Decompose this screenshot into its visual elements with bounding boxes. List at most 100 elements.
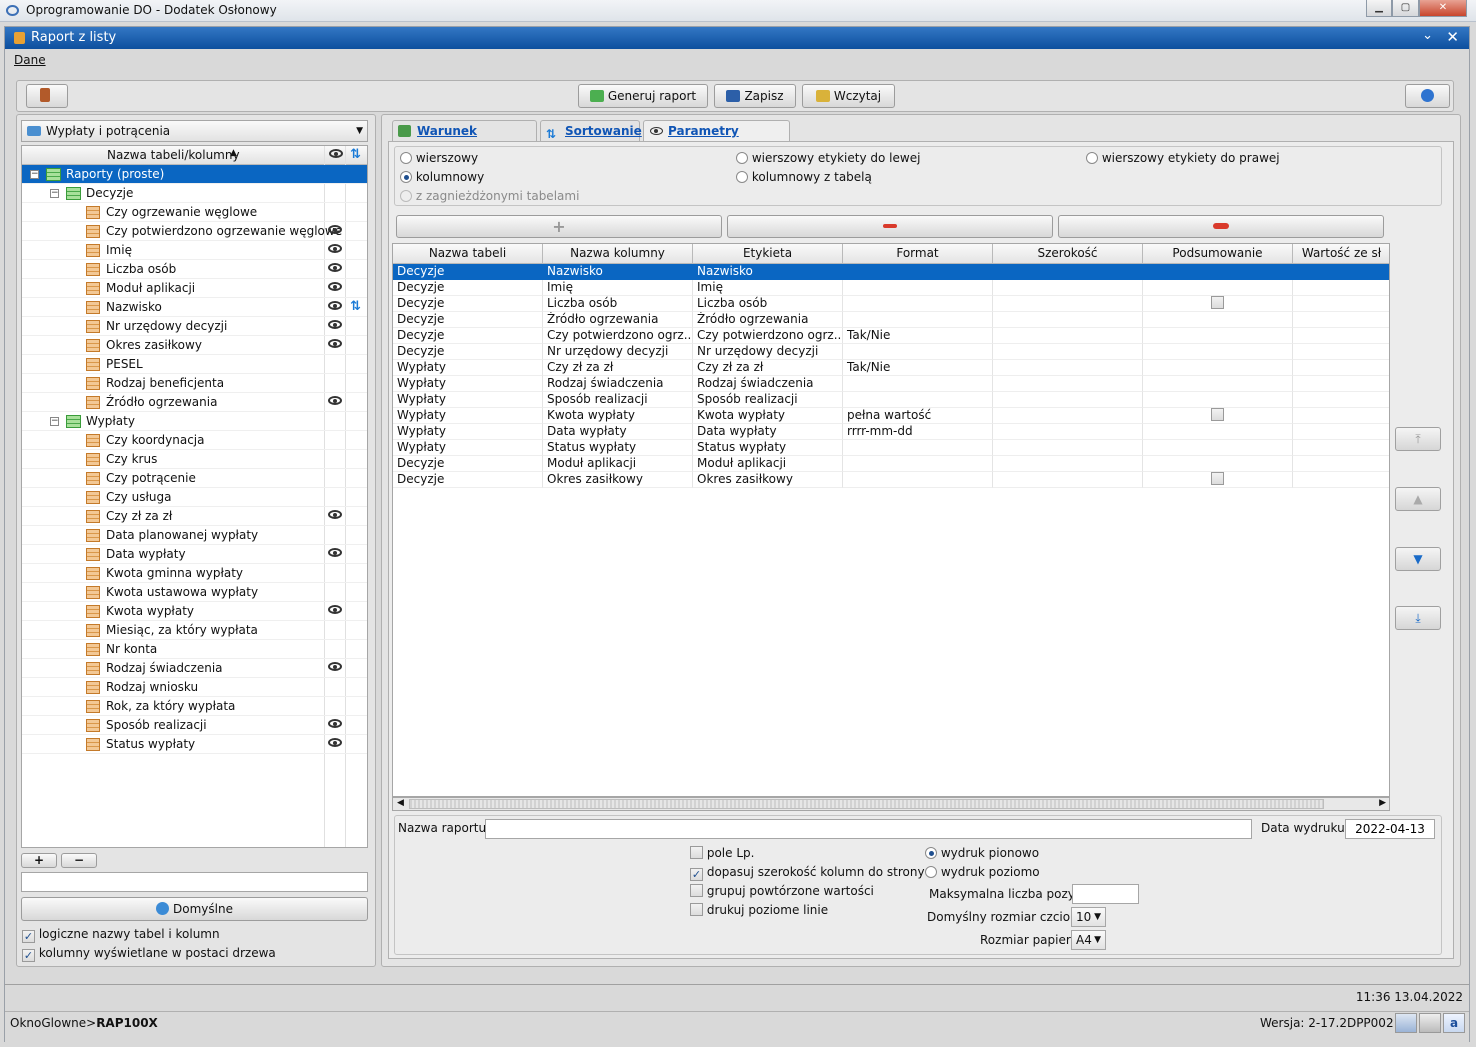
sort-icon[interactable]: ⇅ (350, 300, 364, 314)
grid-cell-label[interactable]: Źródło ogrzewania (693, 312, 843, 328)
grid-cell-dict-value[interactable] (1293, 280, 1389, 296)
grid-cell-column[interactable]: Źródło ogrzewania (543, 312, 693, 328)
collapse-toggle-icon[interactable]: − (50, 189, 59, 198)
tree-root[interactable]: − Raporty (proste) (22, 165, 367, 184)
help-button[interactable] (1405, 84, 1450, 108)
visible-eye-icon[interactable] (328, 244, 342, 253)
grid-cell-format[interactable] (843, 344, 993, 360)
grid-cell-format[interactable] (843, 296, 993, 312)
table-row[interactable]: Wypłaty Data wypłaty Data wypłaty rrrr-mm-d… (393, 424, 1389, 440)
print-date-input[interactable] (1345, 819, 1435, 839)
table-row[interactable]: Decyzje Liczba osób Liczba osób (393, 296, 1389, 312)
grid-cell-table[interactable]: Decyzje (393, 344, 543, 360)
tree-item[interactable]: Czy ogrzewanie węglowe (22, 203, 367, 222)
grid-cell-width[interactable] (993, 280, 1143, 296)
layout-columnar-option[interactable]: kolumnowy (400, 170, 484, 184)
tree-item[interactable]: Liczba osób (22, 260, 367, 279)
move-up-button[interactable]: ▲ (1395, 487, 1441, 511)
tree-item[interactable]: Nr urzędowy decyzji (22, 317, 367, 336)
columns-grid[interactable]: Nazwa tabeli Nazwa kolumny Etykieta Format S… (392, 243, 1390, 797)
grid-cell-dict-value[interactable] (1293, 408, 1389, 424)
grid-cell-dict-value[interactable] (1293, 440, 1389, 456)
portrait-option[interactable]: wydruk pionowo (925, 846, 1039, 860)
grid-cell-column[interactable]: Okres zasiłkowy (543, 472, 693, 488)
tree-item[interactable]: Miesiąc, za który wypłata (22, 621, 367, 640)
tree-item[interactable]: Nazwisko ⇅ (22, 298, 367, 317)
visible-eye-icon[interactable] (328, 396, 342, 405)
visible-eye-icon[interactable] (328, 320, 342, 329)
grid-cell-summary[interactable] (1143, 296, 1293, 312)
scroll-right-icon[interactable]: ▶ (1379, 798, 1386, 808)
landscape-option[interactable]: wydruk poziomo (925, 865, 1040, 879)
visible-eye-icon[interactable] (328, 282, 342, 291)
tree-item[interactable]: PESEL (22, 355, 367, 374)
grid-cell-table[interactable]: Decyzje (393, 472, 543, 488)
grid-cell-width[interactable] (993, 344, 1143, 360)
grid-header-cell[interactable]: Szerokość (993, 244, 1143, 264)
grid-cell-format[interactable] (843, 392, 993, 408)
grid-header-cell[interactable]: Podsumowanie (1143, 244, 1293, 264)
move-down-button[interactable]: ▼ (1395, 547, 1441, 571)
opt-fit[interactable]: dopasuj szerokość kolumn do strony (690, 865, 925, 881)
grid-cell-summary[interactable] (1143, 264, 1293, 280)
landscape-radio[interactable] (925, 866, 937, 878)
grid-cell-summary[interactable] (1143, 424, 1293, 440)
tree-item[interactable]: Czy zł za zł (22, 507, 367, 526)
grid-cell-table[interactable]: Decyzje (393, 328, 543, 344)
layout-row-left-option[interactable]: wierszowy etykiety do lewej (736, 151, 920, 165)
layout-columnar-table-option[interactable]: kolumnowy z tabelą (736, 170, 872, 184)
opt-lines[interactable]: drukuj poziome linie (690, 903, 828, 917)
visible-eye-icon[interactable] (328, 548, 342, 557)
grid-cell-table[interactable]: Wypłaty (393, 360, 543, 376)
collapse-toggle-icon[interactable]: − (30, 170, 39, 179)
grid-cell-label[interactable]: Status wypłaty (693, 440, 843, 456)
tab-condition[interactable]: Warunek zapytania (392, 120, 537, 158)
grid-cell-summary[interactable] (1143, 440, 1293, 456)
grid-cell-label[interactable]: Imię (693, 280, 843, 296)
grid-cell-summary[interactable] (1143, 280, 1293, 296)
grid-cell-label[interactable]: Sposób realizacji (693, 392, 843, 408)
table-row[interactable]: Wypłaty Czy zł za zł Czy zł za zł Tak/Nie (393, 360, 1389, 376)
tree-filter-input[interactable] (21, 872, 368, 892)
grid-cell-summary[interactable] (1143, 376, 1293, 392)
column-tree[interactable]: Nazwa tabeli/kolumny ▲ ⇅ − Raporty (prost… (21, 145, 368, 848)
tree-item[interactable]: Źródło ogrzewania (22, 393, 367, 412)
opt-lp[interactable]: pole Lp. (690, 846, 754, 860)
grid-cell-dict-value[interactable] (1293, 424, 1389, 440)
font-icon[interactable]: a (1443, 1013, 1465, 1033)
grid-cell-summary[interactable] (1143, 344, 1293, 360)
opt-lines-checkbox[interactable] (690, 903, 703, 916)
scroll-left-icon[interactable]: ◀ (397, 798, 404, 808)
dataset-select[interactable]: Wypłaty i potrącenia (21, 120, 368, 142)
tree-item[interactable]: Czy koordynacja (22, 431, 367, 450)
remove-all-button[interactable] (1058, 215, 1384, 238)
grid-cell-table[interactable]: Decyzje (393, 296, 543, 312)
tree-columns-option[interactable]: kolumny wyświetlane w postaci drzewa (22, 946, 276, 962)
grid-cell-dict-value[interactable] (1293, 264, 1389, 280)
grid-cell-label[interactable]: Rodzaj świadczenia (693, 376, 843, 392)
grid-cell-label[interactable]: Data wypłaty (693, 424, 843, 440)
grid-cell-column[interactable]: Czy zł za zł (543, 360, 693, 376)
grid-cell-format[interactable] (843, 280, 993, 296)
grid-cell-table[interactable]: Decyzje (393, 264, 543, 280)
collapse-toggle-icon[interactable]: − (50, 417, 59, 426)
paper-size-select[interactable]: A4 (1071, 930, 1106, 950)
grid-cell-column[interactable]: Liczba osób (543, 296, 693, 312)
collapse-chevron-icon[interactable]: ⌄ (1422, 28, 1433, 43)
grid-cell-label[interactable]: Kwota wypłaty (693, 408, 843, 424)
grid-cell-width[interactable] (993, 312, 1143, 328)
grid-cell-width[interactable] (993, 424, 1143, 440)
grid-cell-summary[interactable] (1143, 328, 1293, 344)
grid-cell-dict-value[interactable] (1293, 472, 1389, 488)
visible-eye-icon[interactable] (328, 225, 342, 234)
table-row[interactable]: Decyzje Czy potwierdzono ogrz... Czy potwi… (393, 328, 1389, 344)
grid-cell-width[interactable] (993, 456, 1143, 472)
exit-button[interactable] (26, 84, 68, 108)
grid-cell-label[interactable]: Okres zasiłkowy (693, 472, 843, 488)
grid-cell-width[interactable] (993, 360, 1143, 376)
grid-header-cell[interactable]: Etykieta (693, 244, 843, 264)
tree-item[interactable]: Okres zasiłkowy (22, 336, 367, 355)
grid-cell-summary[interactable] (1143, 360, 1293, 376)
tab-sorting[interactable]: ⇅ Sortowanie (540, 120, 642, 142)
tree-group[interactable]: − Wypłaty (22, 412, 367, 431)
